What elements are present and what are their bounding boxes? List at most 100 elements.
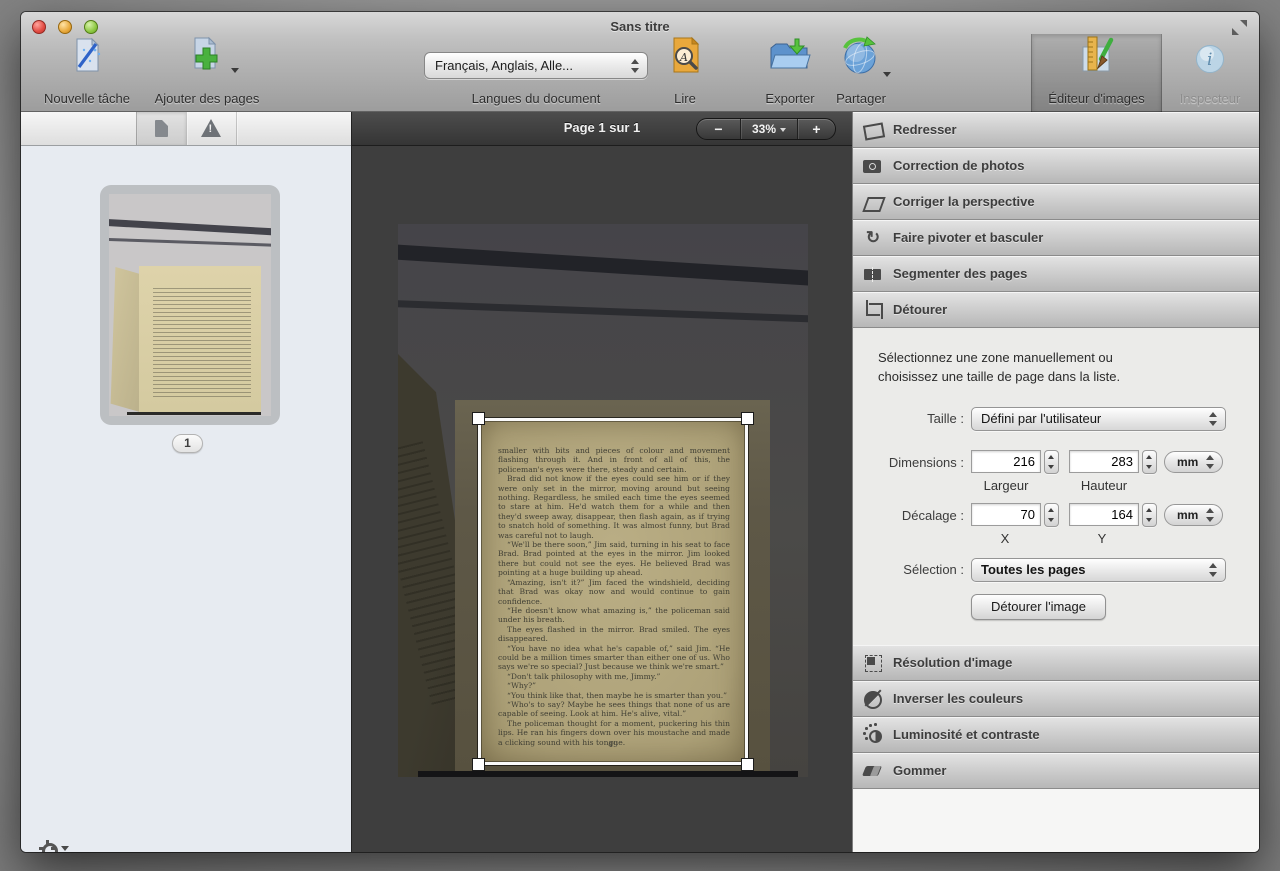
warnings-tab-icon[interactable]: ! xyxy=(201,119,221,137)
y-sub-label: Y xyxy=(1098,531,1107,546)
offset-x-stepper[interactable] xyxy=(1044,503,1059,527)
tool-invert-colors[interactable]: Inverser les couleurs xyxy=(853,681,1259,717)
crop-handle-top-right[interactable] xyxy=(741,412,754,425)
chevron-down-icon xyxy=(780,128,786,132)
add-pages-button[interactable]: Ajouter des pages xyxy=(146,12,268,112)
offset-unit-select[interactable]: mm xyxy=(1164,504,1223,526)
crop-handle-bottom-left[interactable] xyxy=(472,758,485,771)
height-field[interactable] xyxy=(1069,450,1139,473)
photo-shelf-line xyxy=(398,300,808,323)
crop-selection[interactable]: smaller with bits and pieces of colour a… xyxy=(478,418,748,765)
new-task-label: Nouvelle tâche xyxy=(31,91,143,106)
book-shadow xyxy=(418,771,798,777)
tool-brightness-contrast[interactable]: Luminosité et contraste xyxy=(853,717,1259,753)
tool-straighten[interactable]: Redresser xyxy=(853,112,1259,148)
gear-icon xyxy=(39,840,55,852)
photo-shelf-line xyxy=(109,219,271,236)
pages-sidebar: ! 1 xyxy=(21,112,352,852)
book-page-number: 49 xyxy=(481,740,745,749)
tool-label: Luminosité et contraste xyxy=(893,717,1040,752)
export-label: Exporter xyxy=(757,91,823,106)
read-button[interactable]: A Lire xyxy=(657,12,713,112)
dimensions-unit-select[interactable]: mm xyxy=(1164,451,1223,473)
tool-split-pages[interactable]: Segmenter des pages xyxy=(853,256,1259,292)
titlebar-toolbar: Sans titre Nouvelle tâche Ajouter des pa… xyxy=(21,12,1259,112)
document-languages-select[interactable]: Français, Anglais, Alle... xyxy=(424,52,648,79)
tool-crop[interactable]: Détourer xyxy=(853,292,1259,328)
page-number-badge: 1 xyxy=(172,434,203,453)
tool-label: Faire pivoter et basculer xyxy=(893,220,1043,255)
instruction-line: Sélectionnez une zone manuellement ou xyxy=(878,350,1113,365)
size-label: Taille : xyxy=(853,411,964,426)
book-right-page xyxy=(139,266,261,412)
select-updown-icon xyxy=(631,58,640,74)
add-page-icon xyxy=(188,36,224,74)
offset-y-field[interactable] xyxy=(1069,503,1139,526)
zoom-out-button[interactable]: − xyxy=(697,119,741,139)
width-field[interactable] xyxy=(971,450,1041,473)
camera-icon xyxy=(863,156,883,176)
book-text-lines xyxy=(153,288,251,398)
offset-x-field[interactable] xyxy=(971,503,1041,526)
height-stepper[interactable] xyxy=(1142,450,1157,474)
photo-shelf-line xyxy=(109,238,271,247)
document-languages-label: Langues du document xyxy=(424,91,648,106)
brightness-contrast-icon xyxy=(863,725,883,745)
crop-image-button[interactable]: Détourer l'image xyxy=(971,594,1106,620)
width-stepper[interactable] xyxy=(1044,450,1059,474)
selection-scope-select[interactable]: Toutes les pages xyxy=(971,558,1226,582)
tool-image-resolution[interactable]: Résolution d'image xyxy=(853,645,1259,681)
select-updown-icon xyxy=(1209,562,1218,578)
new-task-button[interactable]: Nouvelle tâche xyxy=(31,12,143,112)
tool-label: Redresser xyxy=(893,112,957,147)
selection-label: Sélection : xyxy=(853,562,964,577)
tool-fix-perspective[interactable]: Corriger la perspective xyxy=(853,184,1259,220)
select-updown-icon xyxy=(1209,411,1218,427)
tool-photo-correction[interactable]: Correction de photos xyxy=(853,148,1259,184)
pages-tab-icon[interactable] xyxy=(155,120,168,137)
offset-y-stepper[interactable] xyxy=(1142,503,1157,527)
sidebar-tabbar: ! xyxy=(21,112,351,146)
image-editor-button[interactable]: Éditeur d'images xyxy=(1031,12,1162,112)
crop-tool-panel: Sélectionnez une zone manuellement ou ch… xyxy=(853,328,1259,645)
add-pages-label: Ajouter des pages xyxy=(146,91,268,106)
page-size-value: Défini par l'utilisateur xyxy=(981,411,1101,426)
segment-divider xyxy=(236,112,237,145)
straighten-icon xyxy=(863,120,883,140)
export-button[interactable]: Exporter xyxy=(757,12,823,112)
zoom-level-dropdown[interactable]: 33% xyxy=(741,119,798,139)
page-thumbnail[interactable] xyxy=(100,185,280,425)
zoom-in-button[interactable]: + xyxy=(798,119,835,139)
selection-scope-value: Toutes les pages xyxy=(981,562,1086,577)
document-canvas: Page 1 sur 1 − 33% + smaller with bits a… xyxy=(352,112,852,852)
tool-rotate-flip[interactable]: ↻ Faire pivoter et basculer xyxy=(853,220,1259,256)
svg-text:i: i xyxy=(1207,50,1212,70)
zoom-control: − 33% + xyxy=(696,118,836,140)
inspector-button[interactable]: i Inspecteur xyxy=(1167,12,1253,112)
inspector-info-icon: i xyxy=(1195,44,1225,74)
width-sub-label: Largeur xyxy=(984,478,1029,493)
select-updown-icon xyxy=(1206,507,1215,523)
rotate-icon: ↻ xyxy=(863,228,883,248)
crop-icon xyxy=(863,300,883,320)
page-thumbnail-image xyxy=(109,194,271,416)
share-button[interactable]: Partager xyxy=(827,12,895,112)
invert-colors-icon xyxy=(863,689,883,709)
image-editor-panel: Redresser Correction de photos Corriger … xyxy=(852,112,1259,852)
scanned-photo: smaller with bits and pieces of colour a… xyxy=(398,224,808,777)
crop-handle-top-left[interactable] xyxy=(472,412,485,425)
segment-pages-icon xyxy=(863,264,883,284)
zoom-level-value: 33% xyxy=(752,122,776,136)
resolution-icon xyxy=(863,653,883,673)
select-updown-icon xyxy=(1206,454,1215,470)
actions-gear-button[interactable] xyxy=(39,838,73,852)
panel-bottom-area xyxy=(853,789,1259,852)
crop-handle-bottom-right[interactable] xyxy=(741,758,754,771)
page-size-select[interactable]: Défini par l'utilisateur xyxy=(971,407,1226,431)
tool-erase[interactable]: Gommer xyxy=(853,753,1259,789)
tool-label: Résolution d'image xyxy=(893,645,1012,680)
gear-menu-caret xyxy=(61,846,69,851)
share-menu-caret xyxy=(883,72,891,77)
tool-label: Segmenter des pages xyxy=(893,256,1027,291)
magic-wand-document-icon xyxy=(70,36,104,74)
